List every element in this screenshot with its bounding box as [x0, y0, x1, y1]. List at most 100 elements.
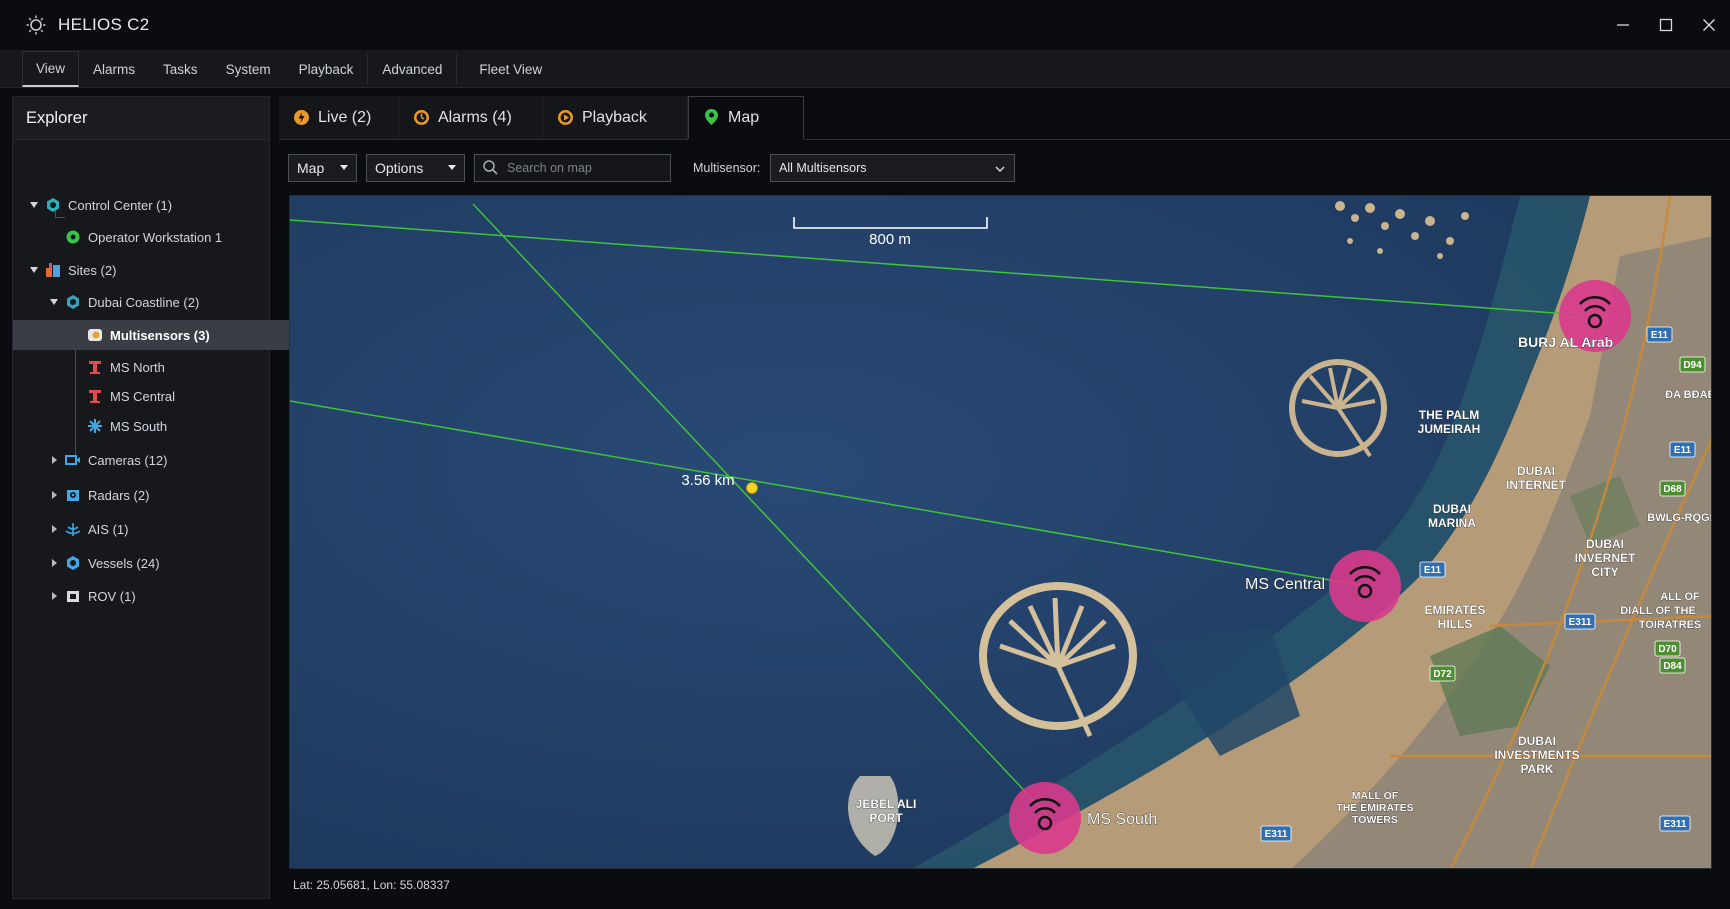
- maximize-icon: [1659, 18, 1672, 32]
- select-value: Options: [375, 160, 424, 176]
- place-label: INVERNET: [1575, 551, 1636, 565]
- main-panel: Live (2) Alarms (4) Playback Map Map Opt…: [279, 96, 1730, 909]
- place-label: HILLS: [1438, 617, 1473, 631]
- caret-right-icon[interactable]: [47, 524, 61, 534]
- place-label: ALL OF: [1660, 591, 1700, 603]
- road-badge-e11: E11: [1424, 565, 1442, 576]
- title-bar: HELIOS C2: [0, 0, 1730, 50]
- view-type-select[interactable]: Map: [288, 154, 357, 182]
- status-bar: Lat: 25.05681, Lon: 55.08337: [293, 878, 450, 892]
- place-label: PARK: [1520, 762, 1553, 776]
- road-badge-d94: D94: [1683, 360, 1702, 371]
- alarm-icon: [413, 109, 430, 126]
- caret-down-icon[interactable]: [27, 200, 41, 210]
- menu-fleet-view[interactable]: Fleet View: [457, 51, 556, 87]
- target-marker[interactable]: [746, 482, 758, 494]
- options-select[interactable]: Options: [366, 154, 465, 182]
- distance-label: 3.56 km: [681, 472, 734, 489]
- map-pin-icon: [703, 108, 720, 127]
- road-badge-d84: D84: [1663, 661, 1682, 672]
- tree-item-operator-workstation[interactable]: Operator Workstation 1: [13, 222, 319, 252]
- tab-playback[interactable]: Playback: [543, 96, 688, 139]
- road-badge-d68: D68: [1663, 484, 1682, 495]
- maximize-button[interactable]: [1644, 0, 1687, 50]
- menu-view[interactable]: View: [22, 51, 80, 87]
- menu-alarms[interactable]: Alarms: [79, 51, 149, 87]
- tree-label: Cameras (12): [88, 452, 168, 468]
- caret-down-icon[interactable]: [27, 265, 41, 275]
- place-label: DUBAI: [1433, 502, 1471, 516]
- minimize-button[interactable]: [1601, 0, 1644, 50]
- close-button[interactable]: [1687, 0, 1730, 50]
- caret-down-icon[interactable]: [47, 297, 61, 307]
- chevron-down-icon: [995, 166, 1005, 173]
- rov-icon: [65, 588, 81, 604]
- place-label: CITY: [1591, 565, 1618, 579]
- caret-down-icon: [448, 165, 456, 170]
- tree-item-rov[interactable]: ROV (1): [13, 581, 301, 611]
- tab-map[interactable]: Map: [688, 96, 804, 140]
- place-label: INTERNET: [1506, 478, 1567, 492]
- tree-label: ROV (1): [88, 588, 136, 604]
- search-input[interactable]: [505, 160, 669, 176]
- view-tabs: Live (2) Alarms (4) Playback Map: [279, 96, 1730, 140]
- tree-item-dubai-coastline[interactable]: Dubai Coastline (2): [13, 287, 301, 317]
- sensor-label-burj: BURJ AL Arab: [1518, 334, 1613, 350]
- map-canvas[interactable]: E11 D94 E11 D68 E11 E311 D72 D70 D84 E31…: [289, 195, 1712, 869]
- tree-label: Vessels (24): [88, 555, 160, 571]
- multisensor-select[interactable]: All Multisensors: [770, 154, 1015, 182]
- place-label: THE PALM: [1419, 408, 1479, 422]
- tree-item-vessels[interactable]: Vessels (24): [13, 548, 301, 578]
- road-badge-e311: E311: [1569, 617, 1592, 628]
- site-hex-icon: [65, 294, 81, 310]
- menu-tasks[interactable]: Tasks: [149, 51, 212, 87]
- menu-playback[interactable]: Playback: [285, 51, 368, 87]
- tab-alarms[interactable]: Alarms (4): [399, 96, 543, 139]
- tab-label: Alarms (4): [438, 108, 512, 126]
- menu-system[interactable]: System: [212, 51, 285, 87]
- place-label: JEBEL ALI: [856, 797, 917, 811]
- tab-label: Map: [728, 108, 760, 126]
- place-label: ĐA BĐAE: [1665, 389, 1712, 401]
- menu-advanced[interactable]: Advanced: [368, 51, 456, 87]
- place-label: INVESTMENTS: [1494, 748, 1579, 762]
- sensor-tower-icon: [87, 388, 103, 404]
- caret-right-icon[interactable]: [47, 558, 61, 568]
- explorer-title: Explorer: [13, 97, 269, 140]
- road-badge-e11: E11: [1674, 445, 1692, 456]
- close-icon: [1702, 19, 1715, 31]
- tree-label: Multisensors (3): [110, 327, 210, 343]
- scale-label: 800 m: [869, 231, 911, 248]
- sensor-tower-icon: [87, 359, 103, 375]
- tree-item-radars[interactable]: Radars (2): [13, 480, 301, 510]
- tree-item-cameras[interactable]: Cameras (12): [13, 445, 301, 475]
- caret-right-icon[interactable]: [47, 455, 61, 465]
- radar-icon: [65, 487, 81, 503]
- tab-label: Live (2): [318, 108, 372, 126]
- caret-right-icon[interactable]: [47, 591, 61, 601]
- tab-live[interactable]: Live (2): [279, 96, 399, 139]
- caret-right-icon[interactable]: [47, 490, 61, 500]
- sensor-label-central: MS Central: [1245, 576, 1325, 593]
- road-badge-e311: E311: [1664, 819, 1687, 830]
- select-value: All Multisensors: [779, 161, 867, 175]
- sensor-marker-central[interactable]: [1329, 550, 1401, 622]
- sensor-marker-south[interactable]: [1009, 782, 1081, 854]
- ais-antenna-icon: [65, 521, 81, 537]
- tree-item-control-center[interactable]: Control Center (1): [13, 190, 281, 220]
- sites-icon: [45, 262, 61, 278]
- sun-logo-icon: [26, 15, 46, 35]
- tree-label: Dubai Coastline (2): [88, 294, 200, 310]
- map-search[interactable]: [474, 154, 671, 182]
- place-label: MARINA: [1428, 516, 1476, 530]
- search-icon: [483, 160, 498, 175]
- tree-item-sites[interactable]: Sites (2): [13, 255, 281, 285]
- place-label: THE EMIRATES: [1336, 802, 1413, 814]
- tree-item-ais[interactable]: AIS (1): [13, 514, 301, 544]
- place-label: JUMEIRAH: [1418, 422, 1481, 436]
- map-layer: E11 D94 E11 D68 E11 E311 D72 D70 D84 E31…: [290, 196, 1712, 868]
- place-label: DUBAI: [1517, 464, 1555, 478]
- explorer-panel: Explorer Control Center (1) Operator Wor…: [12, 96, 341, 899]
- tree-label: Radars (2): [88, 487, 150, 503]
- multisensor-icon: [87, 327, 103, 343]
